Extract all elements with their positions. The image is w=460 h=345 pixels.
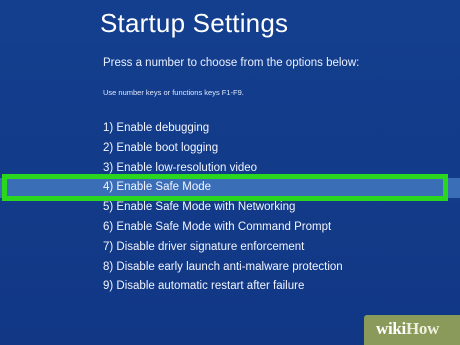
option-enable-boot-logging[interactable]: 2) Enable boot logging [0, 139, 460, 159]
startup-settings-screen: Startup Settings Press a number to choos… [0, 0, 460, 345]
instruction-text: Press a number to choose from the option… [103, 57, 360, 69]
option-disable-driver-signature-enforcement[interactable]: 7) Disable driver signature enforcement [0, 238, 460, 258]
highlight-frame [2, 174, 448, 201]
option-enable-safe-mode-networking[interactable]: 5) Enable Safe Mode with Networking [0, 198, 460, 218]
watermark-how: How [405, 319, 440, 338]
option-disable-automatic-restart[interactable]: 9) Disable automatic restart after failu… [0, 277, 460, 297]
hint-text: Use number keys or functions keys F1-F9. [103, 88, 244, 97]
option-disable-early-launch-anti-malware[interactable]: 8) Disable early launch anti-malware pro… [0, 258, 460, 278]
watermark-logo: wikiHow [376, 319, 439, 339]
option-enable-safe-mode-command-prompt[interactable]: 6) Enable Safe Mode with Command Prompt [0, 218, 460, 238]
page-title: Startup Settings [100, 8, 289, 38]
watermark-wiki: wiki [376, 319, 406, 338]
option-enable-debugging[interactable]: 1) Enable debugging [0, 119, 460, 139]
startup-options-list: 1) Enable debugging 2) Enable boot loggi… [0, 119, 460, 297]
wikihow-watermark: wikiHow [364, 315, 460, 345]
